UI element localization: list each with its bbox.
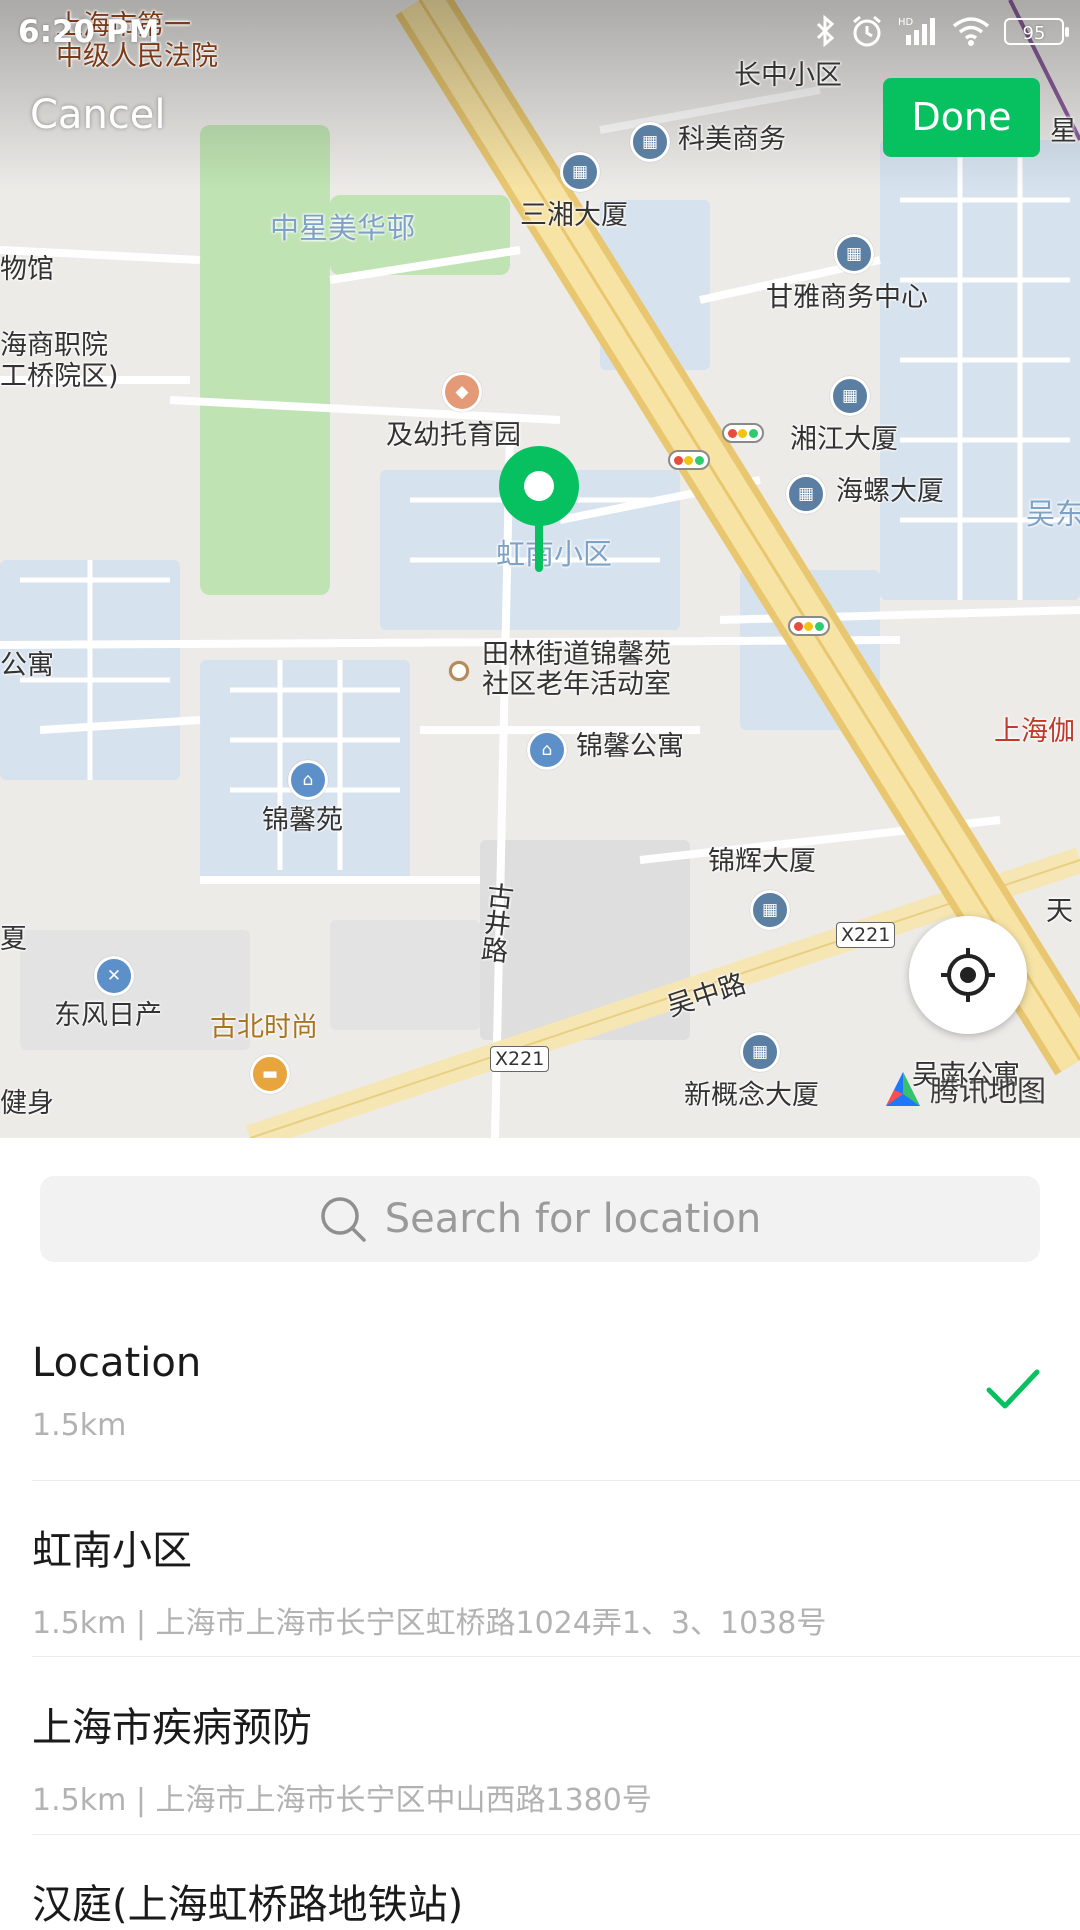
map-label-jinxin-apartment: 锦馨公寓 (576, 731, 684, 762)
map-label-apartment-left: 公寓 (0, 650, 54, 681)
community-center-icon (449, 661, 469, 681)
result-title: 上海市疾病预防 (32, 1705, 312, 1751)
building-icon: ▦ (834, 234, 874, 274)
map-label-museum: 物馆 (0, 254, 54, 285)
map-label-vocational: 海商职院 工桥院区) (0, 330, 119, 393)
alarm-icon (853, 15, 881, 47)
result-subtitle: 1.5km | 上海市上海市长宁区虹桥路1024弄1、3、1038号 (32, 1606, 827, 1641)
building-icon: ▦ (786, 474, 826, 514)
bluetooth-icon (816, 15, 835, 47)
map-label-jinhui: 锦辉大厦 (708, 846, 816, 877)
list-item[interactable]: 汉庭(上海虹桥路地铁站) (32, 1872, 1042, 1930)
list-item[interactable]: 虹南小区 1.5km | 上海市上海市长宁区虹桥路1024弄1、3、1038号 (32, 1518, 1042, 1642)
wifi-icon (952, 17, 990, 46)
map-view[interactable]: 上海市第一 中级人民法院 长中小区 ▦ 科美商务 ▦ 中星美华邨 三湘大厦 物馆… (0, 0, 1080, 1138)
divider (32, 1480, 1080, 1481)
result-title: 虹南小区 (32, 1528, 192, 1574)
map-label-ganya: 甘雅商务中心 (766, 282, 928, 313)
crosshair-icon (941, 948, 995, 1002)
selected-check-icon (986, 1369, 1040, 1409)
result-title: Location (32, 1340, 202, 1386)
list-item[interactable]: Location 1.5km (32, 1340, 1042, 1443)
building-icon: ▦ (560, 152, 600, 192)
divider (32, 1656, 1080, 1657)
traffic-light-icon (668, 450, 710, 470)
map-label-tian: 天 (1046, 896, 1073, 927)
residence-icon: ⌂ (527, 730, 567, 770)
shopping-icon: ▬ (250, 1054, 290, 1094)
road-tag-x221-2: X221 (490, 1046, 550, 1072)
map-label-dongfeng: 东风日产 (54, 1000, 162, 1031)
map-label-gubei: 古北时尚 (210, 1012, 318, 1043)
status-icons: HD 95 (814, 14, 1069, 48)
search-input[interactable]: Search for location (385, 1196, 762, 1242)
result-title: 汉庭(上海虹桥路地铁站) (32, 1882, 464, 1928)
building-icon: ▦ (830, 376, 870, 416)
map-label-xia: 夏 (0, 924, 27, 955)
map-label-wudong: 吴东 (1026, 497, 1080, 531)
traffic-light-icon (788, 616, 830, 636)
map-label-zhongxing: 中星美华邨 (270, 211, 416, 245)
location-pin-icon[interactable] (496, 446, 582, 576)
map-label-sanxiang: 三湘大厦 (520, 200, 628, 231)
result-subtitle: 1.5km | 上海市上海市长宁区中山西路1380号 (32, 1783, 652, 1818)
map-label-xiangjiang: 湘江大厦 (790, 424, 898, 455)
search-icon (320, 1197, 366, 1242)
search-bar[interactable]: Search for location (40, 1176, 1040, 1262)
building-icon: ▦ (750, 890, 790, 930)
svg-text:HD: HD (898, 17, 914, 28)
divider (32, 1834, 1080, 1835)
traffic-light-icon (722, 423, 764, 443)
map-label-jianshen: 健身 (0, 1088, 54, 1119)
map-label-xing: 星 (1050, 116, 1077, 147)
map-brand: 腾讯地图 (882, 1068, 1046, 1110)
status-bar: 6:20 PM HD 95 (0, 0, 1080, 70)
battery-icon: 95 (1004, 17, 1069, 45)
map-label-hailuo: 海螺大厦 (836, 476, 944, 507)
map-label-shanghai-jia: 上海伽 (994, 716, 1075, 747)
map-label-jinxinyuan: 锦馨苑 (262, 805, 343, 836)
road-tag-x221: X221 (836, 922, 896, 948)
building-icon: ▦ (630, 122, 670, 162)
kindergarten-icon: ◆ (442, 372, 482, 412)
building-icon: ▦ (740, 1032, 780, 1072)
status-time: 6:20 PM (18, 14, 160, 50)
car-service-icon: ✕ (94, 956, 134, 996)
hd-signal-icon: HD (898, 17, 935, 45)
map-label-kemei: 科美商务 (678, 124, 786, 155)
map-label-tianlin: 田林街道锦馨苑 社区老年活动室 (482, 639, 671, 700)
list-item[interactable]: 上海市疾病预防 1.5km | 上海市上海市长宁区中山西路1380号 (32, 1695, 1042, 1819)
tencent-map-logo-icon (886, 1072, 920, 1106)
map-brand-label: 腾讯地图 (930, 1074, 1047, 1108)
result-subtitle: 1.5km (32, 1408, 127, 1443)
cancel-button[interactable]: Cancel (30, 92, 166, 138)
done-button[interactable]: Done (883, 78, 1040, 157)
map-label-xingainian: 新概念大厦 (684, 1080, 819, 1111)
my-location-button[interactable] (909, 916, 1027, 1034)
residence-icon: ⌂ (288, 760, 328, 800)
